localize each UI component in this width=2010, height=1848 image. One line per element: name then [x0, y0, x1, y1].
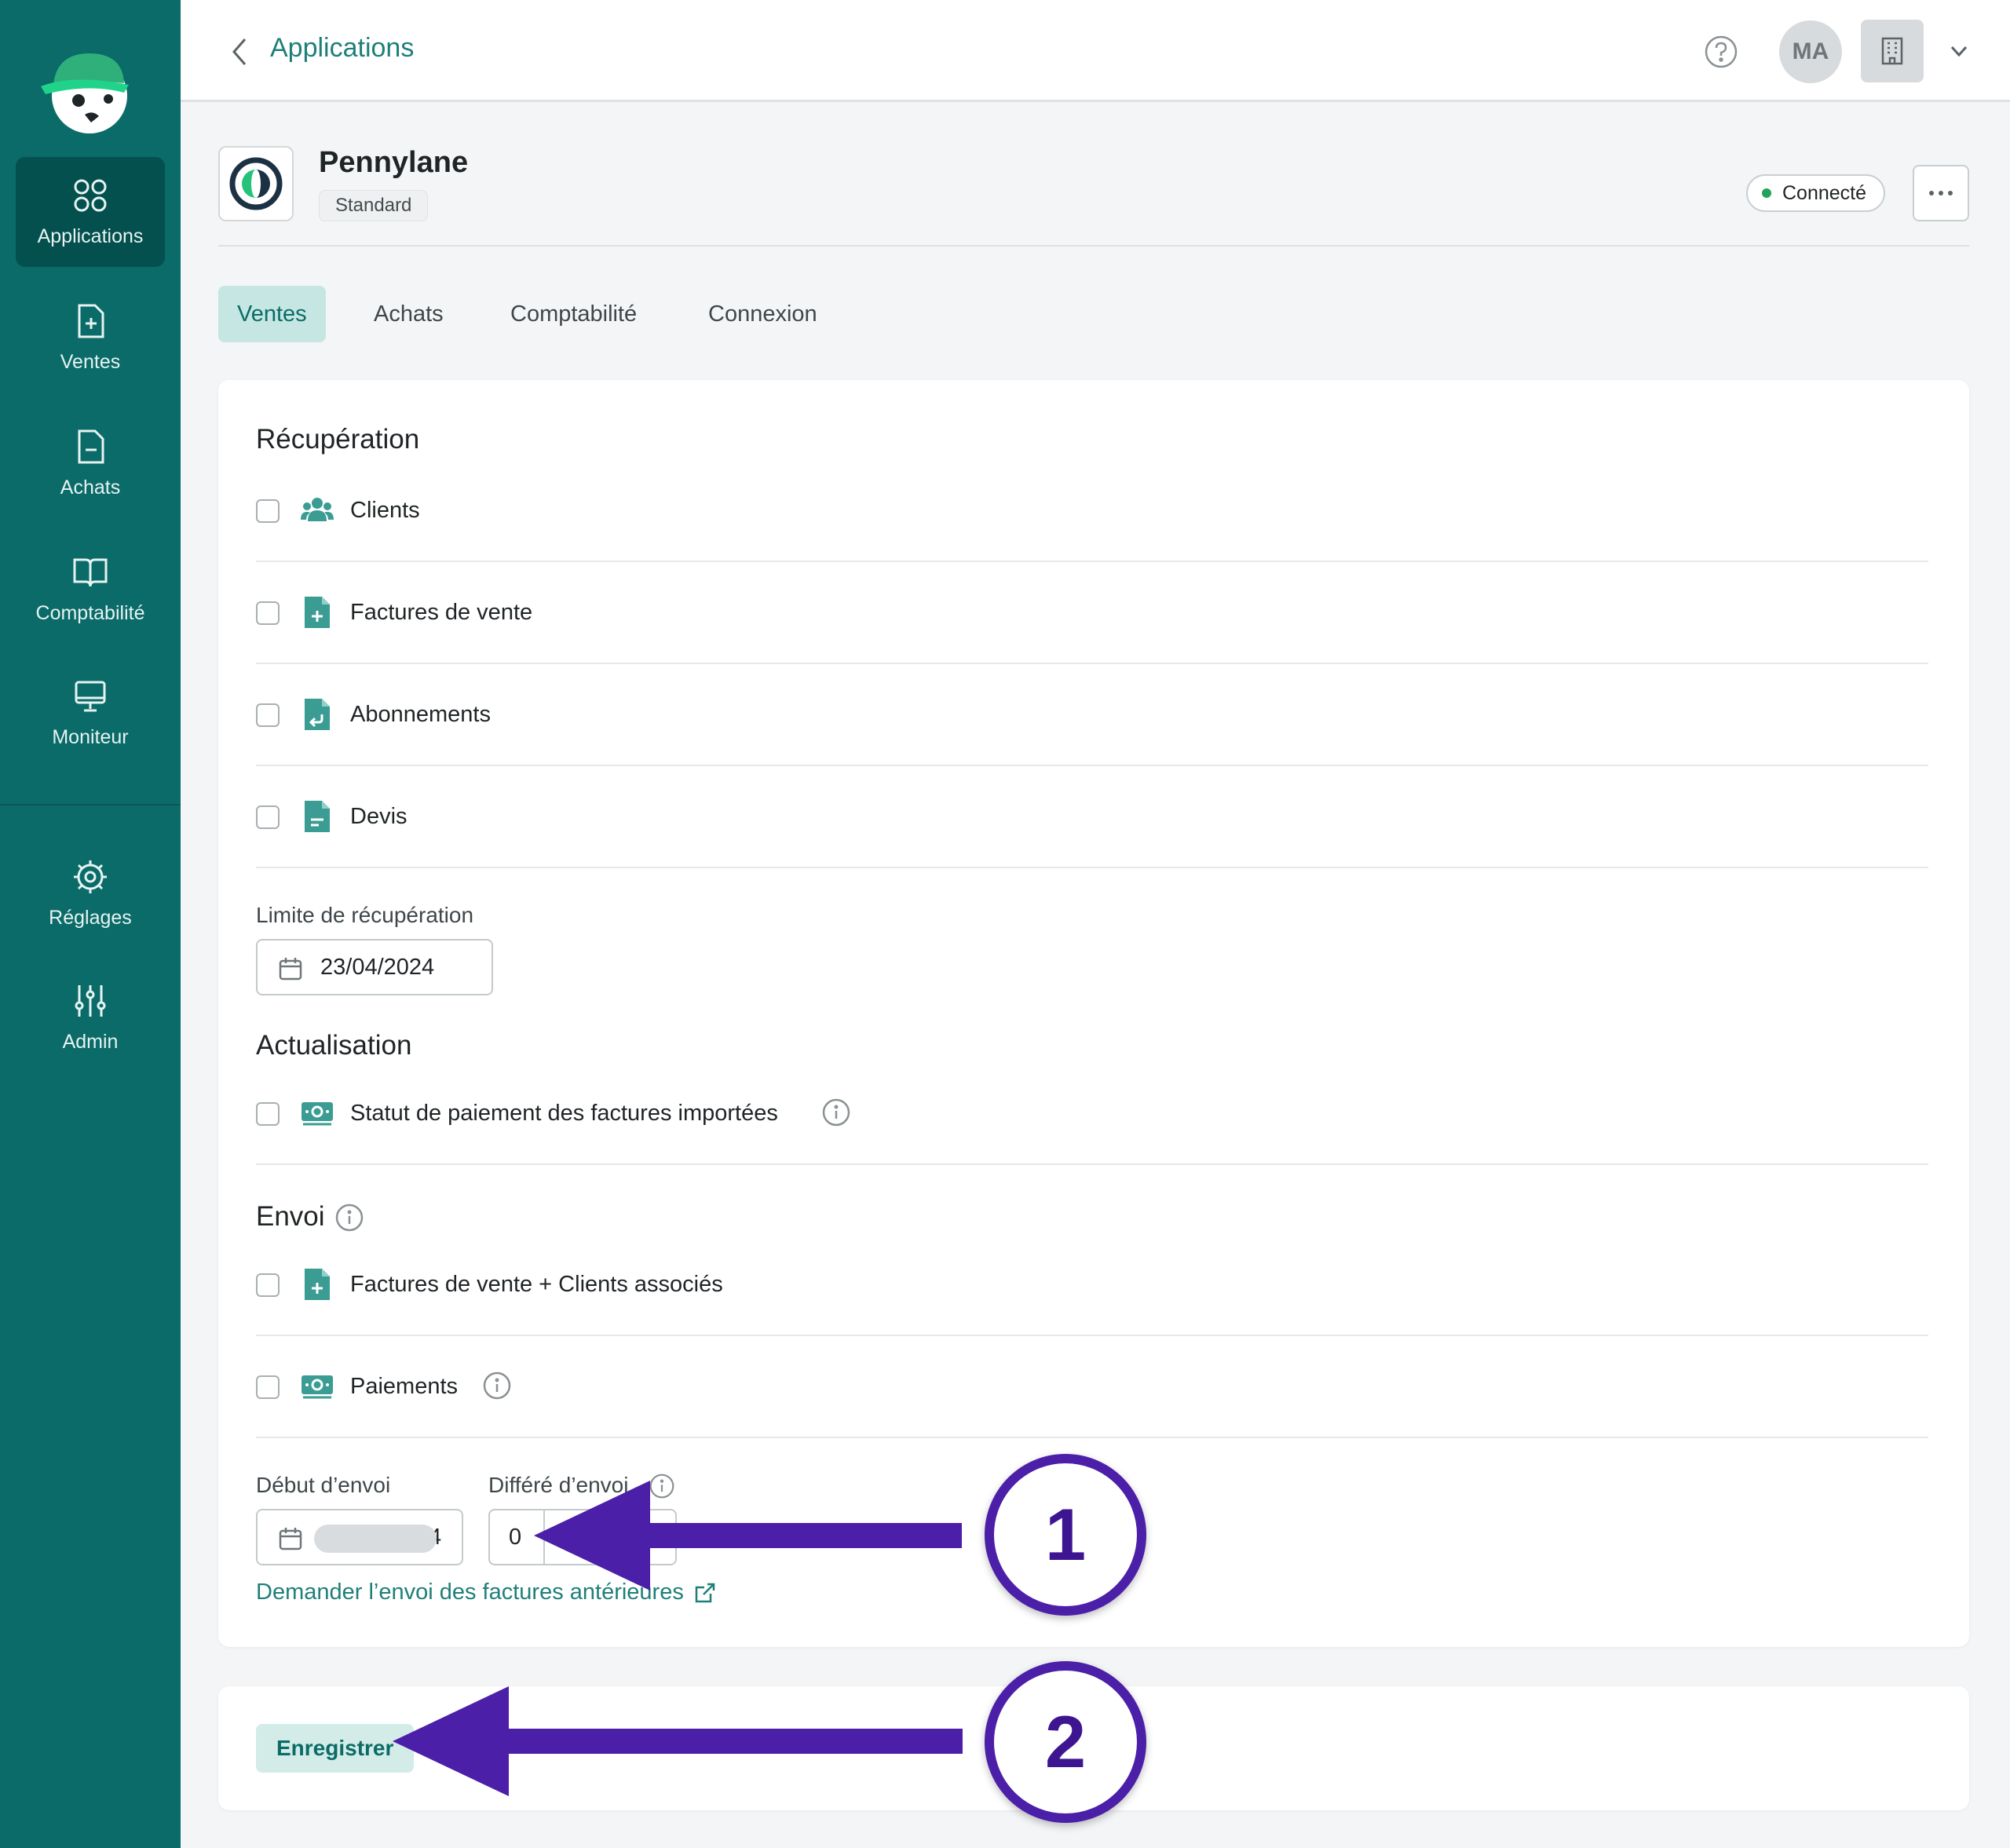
sidebar-item-applications[interactable]: Applications [16, 157, 165, 267]
chevron-left-icon[interactable] [228, 36, 251, 68]
tab-comptabilite[interactable]: Comptabilité [492, 286, 656, 342]
checkbox-paiements[interactable] [256, 1375, 280, 1399]
sidebar-item-label: Ventes [60, 350, 121, 373]
users-icon [301, 498, 334, 521]
page-title[interactable]: Applications [270, 33, 414, 64]
item-label: Factures de vente [350, 600, 533, 625]
sidebar-item-label: Applications [37, 225, 144, 247]
sidebar-item-label: Admin [62, 1030, 119, 1053]
annotation-arrow-1 [534, 1481, 962, 1591]
sidebar-item-moniteur[interactable]: Moniteur [16, 658, 165, 768]
top-bar: Applications MA [181, 0, 2010, 102]
help-icon[interactable] [1704, 35, 1738, 69]
plan-badge: Standard [319, 190, 429, 221]
sidebar-divider [0, 804, 181, 805]
invoice-plus-icon [305, 597, 330, 628]
status-label: Connecté [1782, 181, 1867, 204]
monitor-icon [75, 681, 106, 711]
sidebar-item-label: Moniteur [52, 725, 129, 748]
file-minus-icon [78, 429, 104, 463]
info-icon[interactable] [821, 1097, 851, 1127]
invoice-plus-icon [305, 1269, 330, 1300]
subscription-icon [305, 699, 330, 730]
tab-ventes[interactable]: Ventes [218, 286, 326, 342]
app-name: Pennylane [319, 146, 469, 179]
status-badge: Connecté [1746, 174, 1886, 212]
item-label: Abonnements [350, 702, 491, 727]
checkbox-devis[interactable] [256, 805, 280, 829]
list-item-paiements: Paiements [256, 1336, 1928, 1438]
list-item-abonnements: Abonnements [256, 664, 1928, 766]
sidebar-item-label: Achats [60, 476, 121, 499]
sidebar-item-ventes[interactable]: Ventes [16, 283, 165, 393]
info-icon[interactable] [334, 1203, 364, 1233]
header-divider [218, 245, 1969, 247]
section-title-envoi: Envoi [256, 1201, 325, 1232]
item-label: Paiements [350, 1374, 459, 1399]
tab-connexion[interactable]: Connexion [689, 286, 836, 342]
grid-icon [74, 179, 107, 211]
mascot-logo[interactable] [41, 42, 138, 140]
sidebar-item-comptabilite[interactable]: Comptabilité [16, 534, 165, 644]
sidebar-item-achats[interactable]: Achats [16, 408, 165, 518]
sidebar-item-label: Comptabilité [35, 601, 145, 624]
list-item-factures-de-vente: Factures de vente [256, 562, 1928, 664]
checkbox-factures-de-vente[interactable] [256, 601, 280, 625]
save-button[interactable]: Enregistrer [256, 1724, 415, 1773]
checkbox-abonnements[interactable] [256, 703, 280, 727]
gear-icon [74, 860, 107, 893]
book-icon [73, 558, 108, 586]
sliders-icon [75, 984, 106, 1017]
banknote-icon [302, 1102, 333, 1126]
list-item-devis: Devis [256, 766, 1928, 868]
more-options-button[interactable] [1913, 165, 1969, 221]
ellipsis-icon [1929, 191, 1953, 195]
start-label: Début d’envoi [256, 1473, 391, 1497]
section-title-actualisation: Actualisation [256, 1030, 412, 1061]
sidebar-item-admin[interactable]: Admin [16, 962, 165, 1072]
start-date-input[interactable]: 4 [256, 1509, 463, 1565]
item-label: Statut de paiement des factures importée… [350, 1101, 778, 1126]
tab-achats[interactable]: Achats [355, 286, 462, 342]
pennylane-logo-icon [229, 157, 283, 210]
organization-button[interactable] [1861, 20, 1924, 82]
quote-icon [305, 801, 330, 832]
checkbox-clients[interactable] [256, 499, 280, 523]
checkbox-statut-paiement[interactable] [256, 1102, 280, 1126]
banknote-icon [302, 1375, 333, 1399]
calendar-icon [279, 1528, 302, 1550]
annotation-step-2: 2 [985, 1661, 1146, 1823]
delay-value: 0 [509, 1525, 522, 1550]
annotation-step-1: 1 [985, 1454, 1146, 1616]
status-dot [1762, 188, 1771, 198]
limit-label: Limite de récupération [256, 903, 474, 927]
item-label: Factures de vente + Clients associés [350, 1272, 723, 1297]
limit-date-value: 23/04/2024 [320, 955, 435, 980]
checkbox-factures-clients[interactable] [256, 1273, 280, 1297]
info-icon[interactable] [482, 1371, 512, 1401]
chevron-down-icon[interactable] [1947, 41, 1971, 61]
section-title-recuperation: Récupération [256, 424, 420, 455]
sidebar-item-reglages[interactable]: Réglages [16, 838, 165, 948]
list-item-factures-clients: Factures de vente + Clients associés [256, 1234, 1928, 1336]
item-label: Clients [350, 498, 420, 523]
limit-date-input[interactable]: 23/04/2024 [256, 939, 493, 995]
item-label: Devis [350, 804, 407, 829]
list-item-clients: Clients [256, 460, 1928, 562]
file-plus-icon [78, 304, 104, 338]
calendar-icon [279, 958, 302, 981]
sidebar-item-label: Réglages [49, 906, 132, 929]
building-icon [1881, 37, 1903, 65]
app-logo [218, 146, 294, 221]
annotation-arrow-2 [393, 1686, 963, 1796]
sidebar: Applications Ventes Achats Comptabilité … [0, 0, 181, 1848]
redacted-date [314, 1525, 437, 1553]
avatar[interactable]: MA [1779, 20, 1842, 83]
list-item-statut-paiement: Statut de paiement des factures importée… [256, 1063, 1928, 1165]
